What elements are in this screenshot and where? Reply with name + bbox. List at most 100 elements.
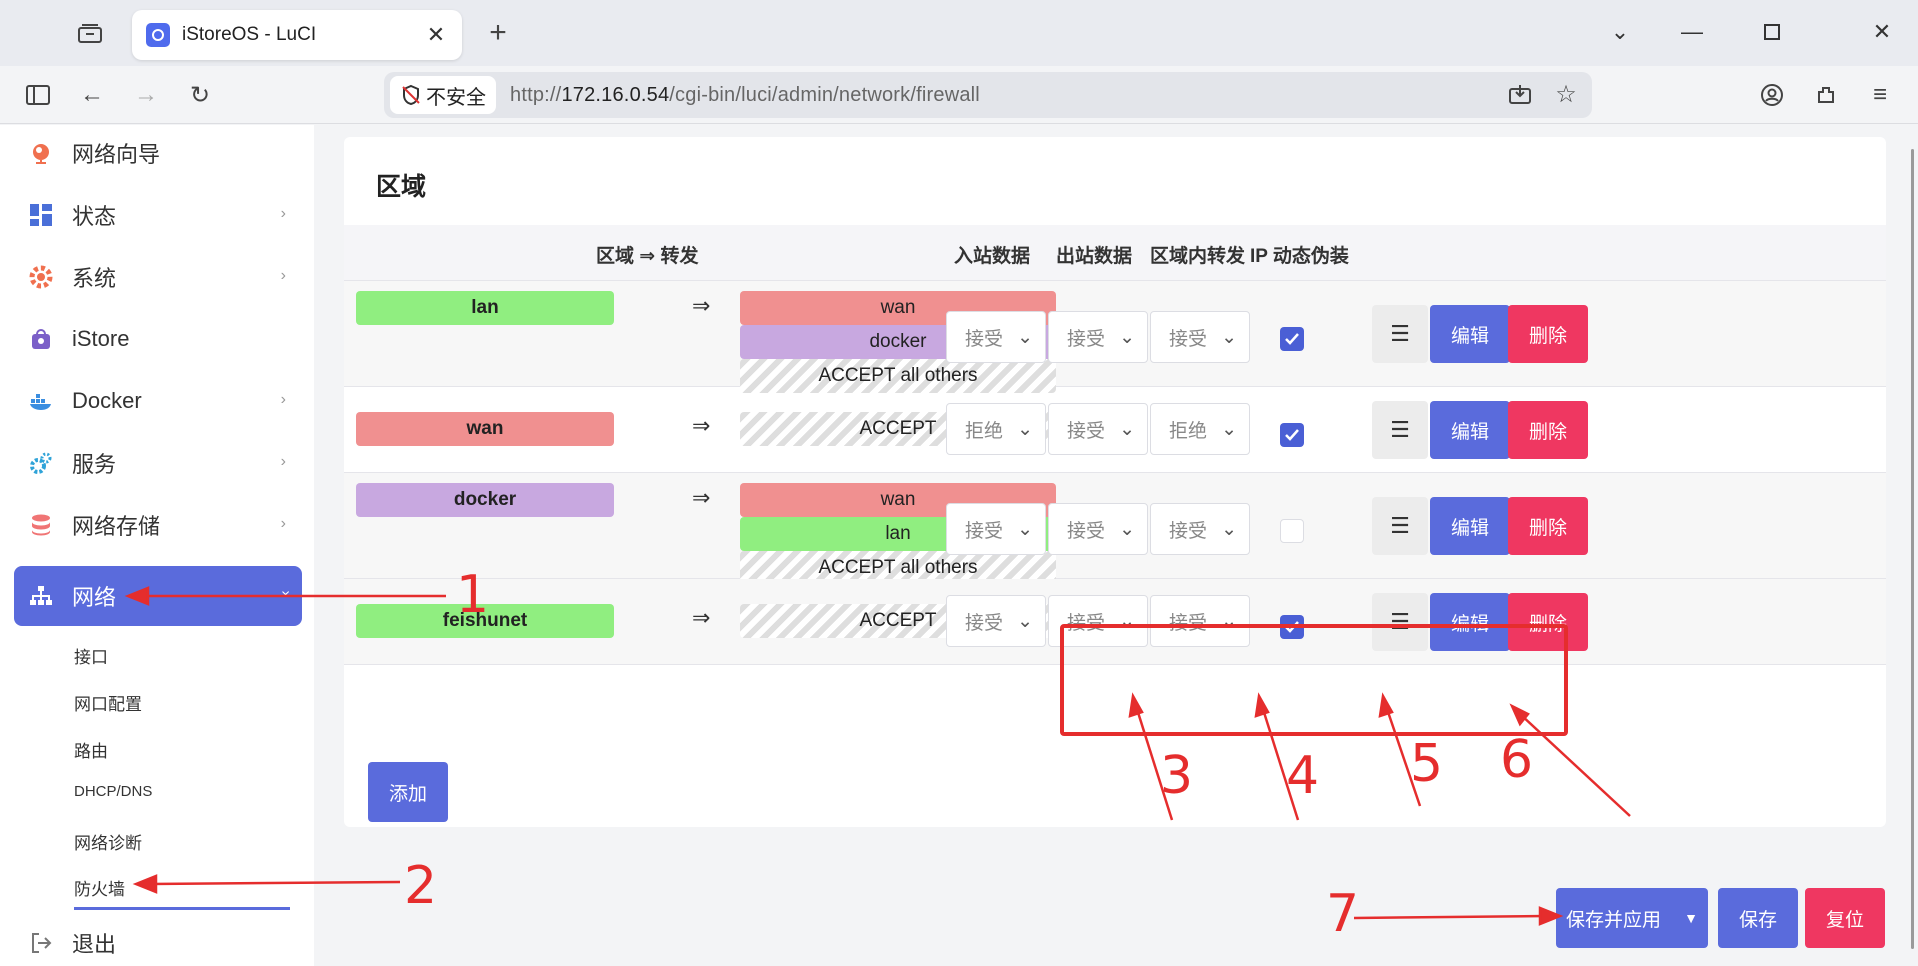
page-scrollbar[interactable]	[1906, 125, 1918, 966]
zone-row-wan: wan ⇒ ACCEPT 拒绝 ⌄ 接受 ⌄ 拒绝 ⌄ ☰ 编辑 删除	[344, 387, 1886, 473]
annotation-number-3: 3	[1160, 746, 1194, 806]
sidebar-subitem-firewall[interactable]: 防火墙	[74, 875, 125, 900]
chevron-down-icon: ⌄	[1119, 327, 1135, 348]
profile-icon[interactable]	[1752, 76, 1792, 114]
forward-arrow: ⇒	[692, 605, 711, 630]
save-button[interactable]: 保存	[1718, 888, 1798, 948]
gear-icon	[28, 264, 54, 290]
intra-forward-select[interactable]: 接受 ⌄	[1150, 595, 1250, 647]
intra-forward-select[interactable]: 接受 ⌄	[1150, 311, 1250, 363]
sidebar-subitem-port-config[interactable]: 网口配置	[74, 690, 142, 715]
close-window-icon[interactable]: ✕	[1862, 14, 1902, 50]
browser-nav-bar: ← → ↻ 不安全 http://172.16.0.54/cgi-bin/luc…	[0, 66, 1918, 124]
edit-button[interactable]: 编辑	[1430, 401, 1510, 459]
delete-button[interactable]: 删除	[1508, 305, 1588, 363]
delete-button[interactable]: 删除	[1508, 497, 1588, 555]
extensions-icon[interactable]	[1806, 76, 1846, 114]
output-policy-select[interactable]: 接受 ⌄	[1048, 503, 1148, 555]
annotation-number-1: 1	[456, 565, 490, 625]
chevron-right-icon: ›	[280, 267, 286, 284]
save-apply-button[interactable]: 保存并应用 ▼	[1556, 888, 1708, 948]
intra-forward-select[interactable]: 接受 ⌄	[1150, 503, 1250, 555]
browser-tab-bar: iStoreOS - LuCI ✕ + ⌄ — ✕	[0, 0, 1918, 66]
output-policy-select[interactable]: 接受 ⌄	[1048, 403, 1148, 455]
back-icon[interactable]: ←	[72, 76, 112, 114]
edit-button[interactable]: 编辑	[1430, 497, 1510, 555]
input-policy-select[interactable]: 接受 ⌄	[946, 503, 1046, 555]
install-app-icon[interactable]	[1504, 78, 1536, 110]
store-icon	[28, 326, 54, 352]
masquerade-checkbox[interactable]	[1280, 519, 1304, 543]
chevron-down-icon: ⌄	[1221, 611, 1237, 632]
url-text[interactable]: http://172.16.0.54/cgi-bin/luci/admin/ne…	[510, 84, 980, 107]
active-subitem-underline	[74, 907, 290, 910]
annotation-number-2: 2	[404, 856, 438, 916]
sidebar-item-services[interactable]: 服务 ›	[14, 435, 302, 491]
forward-arrow: ⇒	[692, 485, 711, 510]
add-zone-button[interactable]: 添加	[368, 762, 448, 822]
sidebar-item-logout[interactable]: 退出	[14, 915, 302, 966]
sidebar-item-network[interactable]: 网络 ›	[14, 566, 302, 626]
row-menu-button[interactable]: ☰	[1372, 497, 1428, 555]
row-menu-button[interactable]: ☰	[1372, 305, 1428, 363]
masquerade-checkbox[interactable]	[1280, 615, 1304, 639]
output-policy-select[interactable]: 接受 ⌄	[1048, 595, 1148, 647]
reload-icon[interactable]: ↻	[180, 76, 220, 114]
sidebar-subitem-routes[interactable]: 路由	[74, 737, 108, 762]
chevron-right-icon: ›	[280, 205, 286, 222]
forward-arrow: ⇒	[692, 293, 711, 318]
maximize-icon[interactable]	[1752, 14, 1792, 50]
sidebar-item-docker[interactable]: Docker ›	[14, 373, 302, 429]
bookmark-star-icon[interactable]: ☆	[1550, 78, 1582, 110]
input-policy-select[interactable]: 拒绝 ⌄	[946, 403, 1046, 455]
delete-button[interactable]: 删除	[1508, 401, 1588, 459]
sidebar-subitem-dhcp-dns[interactable]: DHCP/DNS	[74, 783, 152, 800]
masquerade-checkbox[interactable]	[1280, 423, 1304, 447]
address-bar[interactable]: 不安全 http://172.16.0.54/cgi-bin/luci/admi…	[384, 72, 1592, 118]
output-policy-select[interactable]: 接受 ⌄	[1048, 311, 1148, 363]
sidebar-item-system[interactable]: 系统 ›	[14, 249, 302, 305]
zone-badge: lan	[356, 291, 614, 325]
input-policy-select[interactable]: 接受 ⌄	[946, 595, 1046, 647]
sidebar-toggle-icon[interactable]	[18, 76, 58, 114]
sidebar-subitem-diagnostics[interactable]: 网络诊断	[74, 829, 142, 854]
row-menu-button[interactable]: ☰	[1372, 401, 1428, 459]
chevron-right-icon: ›	[280, 515, 286, 532]
close-tab-icon[interactable]: ✕	[424, 22, 448, 48]
tab-groups-icon[interactable]	[72, 18, 108, 48]
sidebar: 网络向导 状态 › 系统 › iStore Docker › 服务 › 网络存储…	[0, 125, 314, 966]
minimize-icon[interactable]: —	[1672, 14, 1712, 50]
network-icon	[28, 583, 54, 609]
zones-table-header: 区域 ⇒ 转发 入站数据 出站数据 区域内转发 IP 动态伪装	[344, 225, 1886, 281]
chevron-down-icon: ⌄	[1119, 611, 1135, 632]
security-indicator[interactable]: 不安全	[390, 76, 496, 114]
sidebar-item-istore[interactable]: iStore	[14, 311, 302, 367]
annotation-number-6: 6	[1500, 730, 1534, 790]
header-forward: 区域 ⇒ 转发	[596, 246, 699, 267]
shield-warning-icon	[402, 84, 420, 106]
chevron-down-icon: ⌄	[1017, 419, 1033, 440]
reset-button[interactable]: 复位	[1805, 888, 1885, 948]
edit-button[interactable]: 编辑	[1430, 305, 1510, 363]
globe-icon	[28, 140, 54, 166]
masquerade-checkbox[interactable]	[1280, 327, 1304, 351]
chevron-right-icon: ›	[280, 453, 286, 470]
sidebar-item-status[interactable]: 状态 ›	[14, 187, 302, 243]
tab-list-chevron-icon[interactable]: ⌄	[1600, 14, 1640, 50]
dropdown-triangle-icon[interactable]: ▼	[1684, 910, 1698, 926]
istore-favicon-icon	[146, 23, 170, 47]
annotation-number-4: 4	[1286, 746, 1320, 806]
row-menu-button[interactable]: ☰	[1372, 593, 1428, 651]
edit-button[interactable]: 编辑	[1430, 593, 1510, 651]
chevron-down-icon: ⌄	[1221, 327, 1237, 348]
sidebar-subitem-interfaces[interactable]: 接口	[74, 643, 108, 668]
new-tab-icon[interactable]: +	[480, 16, 516, 50]
intra-forward-select[interactable]: 拒绝 ⌄	[1150, 403, 1250, 455]
forward-icon[interactable]: →	[126, 76, 166, 114]
browser-menu-icon[interactable]: ≡	[1860, 76, 1900, 114]
sidebar-item-network-wizard[interactable]: 网络向导	[14, 125, 302, 181]
browser-tab[interactable]: iStoreOS - LuCI ✕	[132, 10, 462, 60]
delete-button[interactable]: 删除	[1508, 593, 1588, 651]
sidebar-item-storage[interactable]: 网络存储 ›	[14, 497, 302, 553]
input-policy-select[interactable]: 接受 ⌄	[946, 311, 1046, 363]
